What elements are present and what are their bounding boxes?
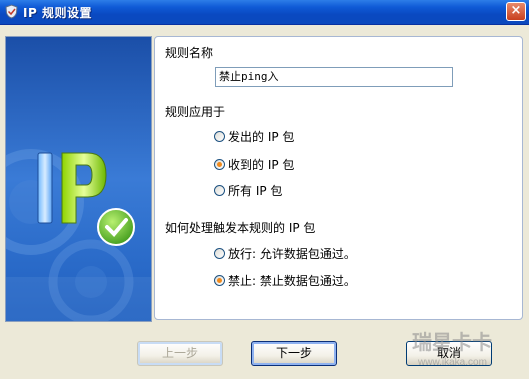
radio-all-label: 所有 IP 包 [228, 184, 283, 198]
radio-button-icon[interactable] [214, 185, 225, 196]
radio-button-icon[interactable] [214, 248, 225, 259]
next-button[interactable]: 下一步 [251, 341, 337, 366]
rule-name-label: 规则名称 [165, 46, 214, 60]
watermark-text: 瑞星卡卡 [412, 331, 492, 354]
prev-button[interactable]: 上一步 [137, 341, 223, 366]
radio-all[interactable]: 所有 IP 包 [214, 182, 282, 199]
radio-allow[interactable]: 放行: 允许数据包通过。 [214, 245, 356, 262]
rule-name-input[interactable]: 禁止ping入 [215, 67, 453, 87]
title-bar[interactable]: IP 规则设置 × [0, 0, 529, 25]
ip-logo-illustration: IP [6, 37, 151, 321]
apply-to-label: 规则应用于 [165, 105, 226, 119]
action-label: 如何处理触发本规则的 IP 包 [165, 221, 316, 235]
shield-icon [5, 4, 18, 19]
radio-button-icon[interactable] [214, 159, 225, 170]
window-title: IP 规则设置 [23, 6, 92, 20]
watermark: 瑞星卡卡 www.ikaka.com [408, 325, 529, 376]
side-banner: IP [5, 36, 152, 322]
radio-deny[interactable]: 禁止: 禁止数据包通过。 [214, 272, 356, 289]
radio-button-icon[interactable] [214, 131, 225, 142]
radio-allow-label: 放行: 允许数据包通过。 [228, 247, 356, 261]
radio-outgoing[interactable]: 发出的 IP 包 [214, 128, 294, 145]
close-button[interactable]: × [506, 2, 526, 21]
watermark-url: www.ikaka.com [417, 357, 487, 368]
radio-deny-label: 禁止: 禁止数据包通过。 [228, 274, 356, 288]
settings-panel: 规则名称 禁止ping入 规则应用于 发出的 IP 包 收到的 IP 包 所有 … [154, 36, 523, 320]
radio-button-icon[interactable] [214, 275, 225, 286]
radio-incoming-label: 收到的 IP 包 [228, 158, 295, 172]
radio-incoming[interactable]: 收到的 IP 包 [214, 156, 294, 173]
radio-outgoing-label: 发出的 IP 包 [228, 130, 295, 144]
